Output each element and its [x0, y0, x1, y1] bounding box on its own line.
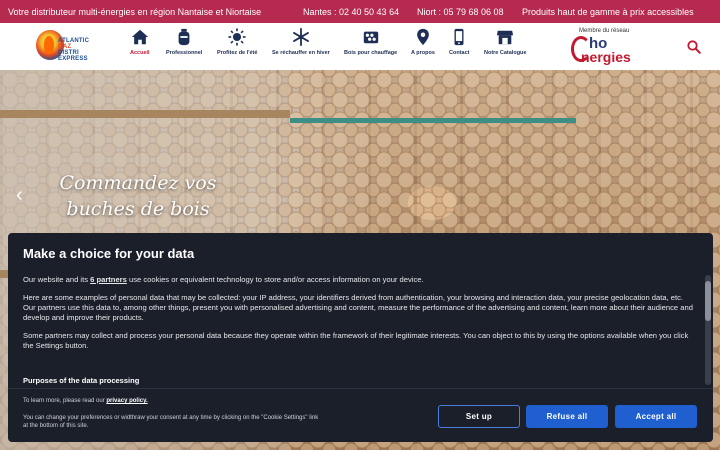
accept-all-button[interactable]: Accept all: [615, 405, 697, 428]
phone-niort[interactable]: Niort : 05 79 68 06 08: [417, 7, 504, 17]
cookie-p4: Some partners may collect and process yo…: [23, 331, 689, 350]
cookie-consent-dialog: Make a choice for your data Our website …: [8, 233, 713, 442]
cookie-p2: Here are some examples of personal data …: [23, 293, 684, 302]
shop-icon: [497, 30, 514, 45]
purposes-heading[interactable]: Purposes of the data processing: [23, 376, 139, 385]
sun-icon: [228, 28, 246, 46]
nav-item-ete[interactable]: Profitez de l'été: [217, 28, 257, 56]
cookie-body: Our website and its 6 partners use cooki…: [23, 275, 699, 359]
main-navigation: ATLANTIC GAZ DISTRI EXPRESS Accueil Prof…: [0, 23, 720, 70]
nav-item-contact[interactable]: Contact: [449, 28, 469, 56]
phone-nantes[interactable]: Nantes : 02 40 50 43 64: [303, 7, 399, 17]
top-info-bar: Votre distributeur multi-énergies en rég…: [0, 0, 720, 23]
partner-logo[interactable]: Membre du réseau ho nergies: [571, 28, 647, 68]
search-icon: [687, 40, 701, 54]
nav-label: Professionnel: [166, 50, 203, 56]
cookie-p3: Our partners use this data to, among oth…: [23, 303, 693, 322]
partners-link[interactable]: 6 partners: [90, 275, 127, 284]
phone-icon: [454, 28, 464, 46]
flame-icon: [44, 36, 54, 54]
divider: [8, 388, 713, 389]
cookie-title: Make a choice for your data: [23, 246, 195, 261]
partner-caption: Membre du réseau: [579, 28, 630, 34]
nav-item-hiver[interactable]: Se réchauffer en hiver: [272, 28, 330, 56]
hero-title: Commandez vos buches de bois: [59, 172, 217, 220]
nav-item-professionnel[interactable]: Professionnel: [166, 28, 202, 56]
nav-item-accueil[interactable]: Accueil: [130, 28, 150, 56]
gas-bottle-icon: [178, 28, 190, 46]
nav-item-catalogue[interactable]: Notre Catalogue: [484, 28, 526, 56]
nav-item-bois[interactable]: Bois pour chauffage: [344, 28, 397, 56]
nav-label: Accueil: [130, 50, 150, 56]
scrollbar-thumb[interactable]: [705, 281, 711, 321]
partner-brand-bottom: nergies: [581, 49, 631, 65]
search-button[interactable]: [687, 40, 701, 59]
cookie-p1-prefix: Our website and its: [23, 275, 88, 284]
learn-more-text: To learn more, please read our privacy p…: [23, 398, 148, 404]
privacy-policy-link[interactable]: privacy policy.: [106, 398, 147, 404]
nav-label: Notre Catalogue: [484, 50, 527, 56]
tagline: Votre distributeur multi-énergies en rég…: [8, 7, 262, 17]
home-icon: [131, 29, 148, 45]
teal-stripe: [290, 118, 576, 123]
dialog-scrollbar[interactable]: [705, 275, 711, 385]
promo-text: Produits haut de gamme à prix accessible…: [522, 7, 694, 17]
set-up-button[interactable]: Set up: [438, 405, 520, 428]
snowflake-icon: [292, 28, 309, 46]
nav-label: Bois pour chauffage: [344, 50, 398, 56]
refuse-all-button[interactable]: Refuse all: [526, 405, 608, 428]
change-preferences-note: You can change your preferences or width…: [23, 415, 319, 429]
logo-text: ATLANTIC GAZ DISTRI EXPRESS: [58, 38, 90, 62]
cookie-p1-suffix: use cookies or equivalent technology to …: [128, 275, 424, 284]
nav-label: Se réchauffer en hiver: [272, 50, 330, 56]
crate-bar: [0, 110, 290, 118]
firewood-icon: [363, 31, 378, 44]
site-logo[interactable]: ATLANTIC GAZ DISTRI EXPRESS: [36, 28, 100, 64]
nav-label: Contact: [449, 50, 470, 56]
slider-prev-arrow[interactable]: ‹: [16, 184, 23, 207]
nav-item-a-propos[interactable]: A propos: [411, 28, 435, 56]
nav-label: Profitez de l'été: [217, 50, 258, 56]
nav-label: A propos: [411, 50, 435, 56]
map-pin-icon: [417, 28, 429, 46]
